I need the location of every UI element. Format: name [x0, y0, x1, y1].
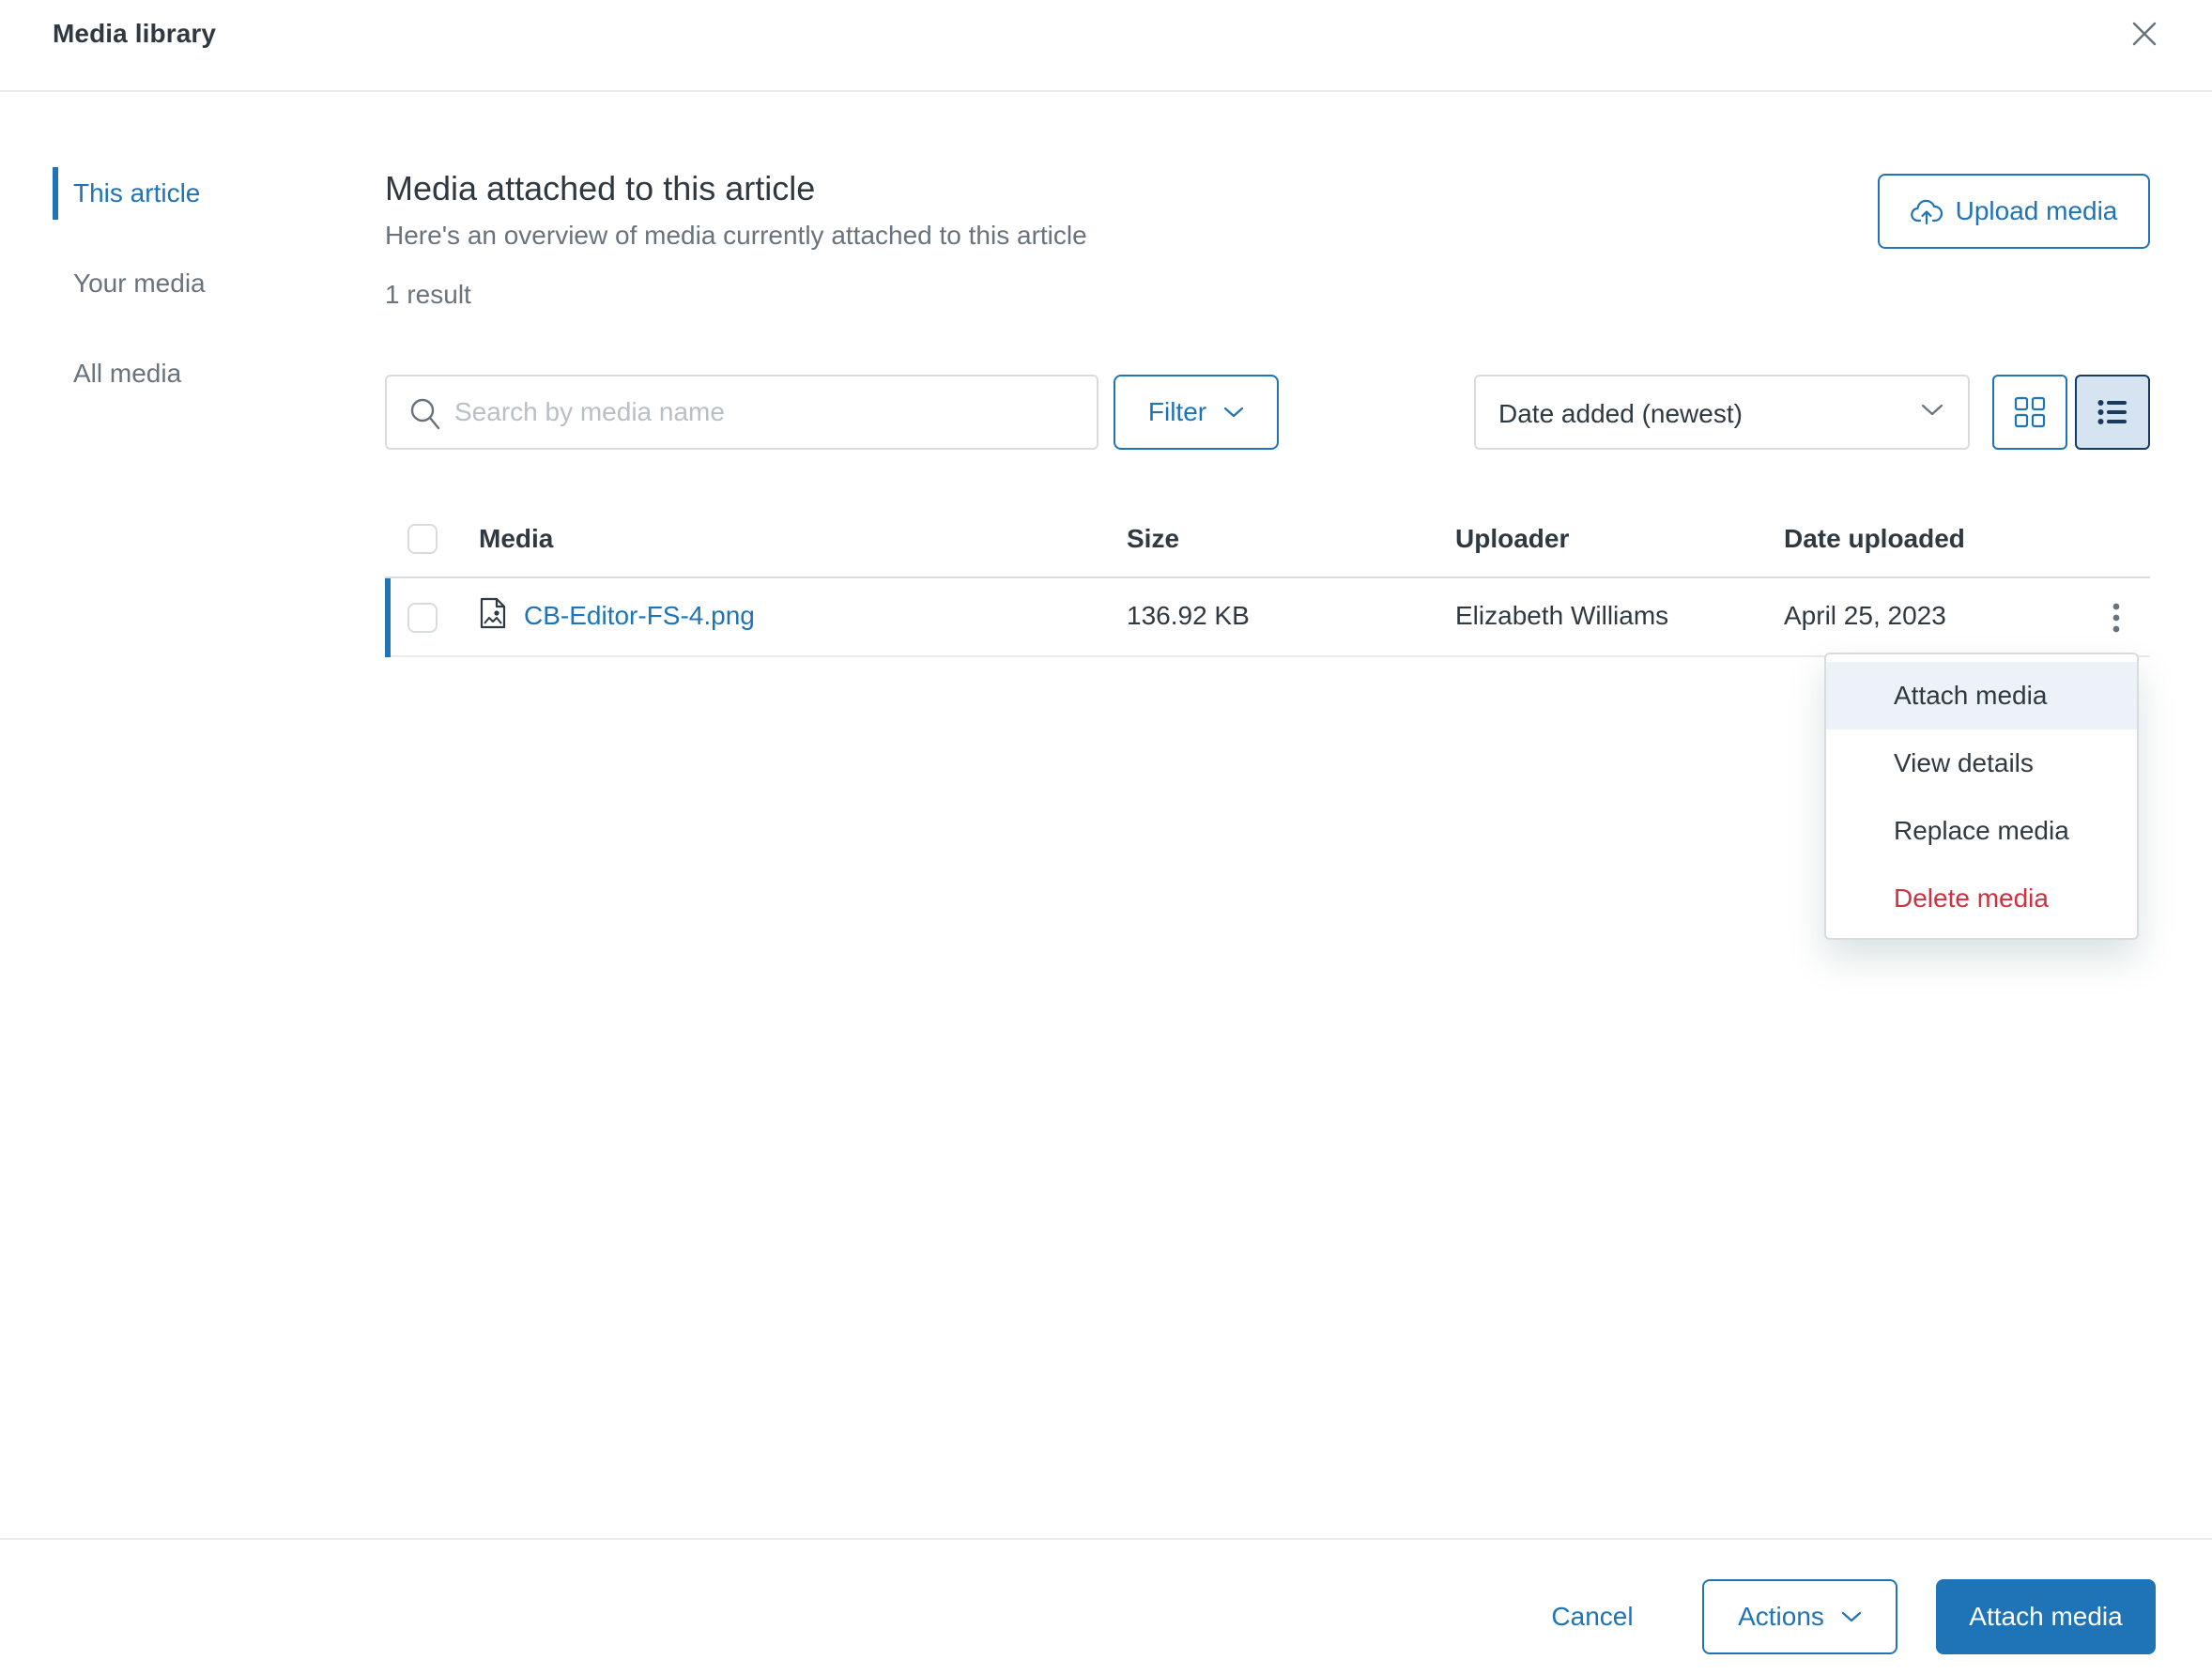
menu-item-view-details[interactable]: View details: [1826, 730, 2137, 797]
chevron-down-icon: [1841, 1611, 1862, 1622]
select-all-checkbox[interactable]: [407, 524, 438, 554]
column-header-date-uploaded[interactable]: Date uploaded: [1784, 524, 1965, 554]
active-indicator: [53, 167, 58, 220]
list-view-button[interactable]: [2075, 375, 2150, 450]
search-field[interactable]: [385, 375, 1098, 450]
actions-button[interactable]: Actions: [1702, 1579, 1897, 1654]
search-icon: [410, 398, 440, 430]
sidebar-item-your-media[interactable]: Your media: [53, 257, 334, 310]
column-header-uploader[interactable]: Uploader: [1455, 524, 1569, 554]
sidebar-item-label: All media: [73, 359, 182, 388]
page-subtitle: Here's an overview of media currently at…: [385, 221, 1087, 250]
filter-button[interactable]: Filter: [1114, 375, 1279, 450]
menu-item-attach-media[interactable]: Attach media: [1826, 662, 2137, 730]
row-focus-indicator: [385, 578, 391, 657]
upload-media-button[interactable]: Upload media: [1878, 174, 2150, 249]
sort-select[interactable]: Date added (newest): [1474, 375, 1970, 450]
cancel-button[interactable]: Cancel: [1527, 1579, 1658, 1654]
cloud-upload-icon: [1910, 199, 1943, 225]
search-input[interactable]: [454, 390, 1074, 435]
upload-media-label: Upload media: [1955, 196, 2118, 225]
column-header-media[interactable]: Media: [479, 524, 553, 554]
menu-item-replace-media[interactable]: Replace media: [1826, 797, 2137, 865]
row-overflow-menu-button[interactable]: [2099, 595, 2133, 640]
row-actions-menu: Attach media View details Replace media …: [1824, 653, 2139, 940]
sidebar-item-this-article[interactable]: This article: [53, 167, 334, 220]
media-date-uploaded: April 25, 2023: [1784, 601, 1946, 630]
chevron-down-icon: [1921, 404, 1943, 416]
column-header-size[interactable]: Size: [1127, 524, 1179, 554]
chevron-down-icon: [1224, 407, 1244, 418]
sort-selected-value: Date added (newest): [1498, 399, 1743, 428]
actions-label: Actions: [1738, 1602, 1824, 1631]
sidebar-item-label: This article: [73, 178, 201, 207]
grid-view-button[interactable]: [1992, 375, 2067, 450]
close-button[interactable]: [2128, 17, 2161, 51]
table-header-row: Media Size Uploader Date uploaded: [385, 507, 2150, 578]
menu-item-delete-media[interactable]: Delete media: [1826, 865, 2137, 932]
modal-title: Media library: [53, 19, 217, 48]
page-title: Media attached to this article: [385, 169, 816, 207]
close-icon: [2132, 22, 2157, 46]
result-count: 1 result: [385, 280, 471, 309]
image-file-icon: [480, 597, 506, 629]
modal-footer: Cancel Actions Attach media: [0, 1538, 2212, 1675]
sidebar-item-all-media[interactable]: All media: [53, 347, 334, 400]
grid-view-icon: [2014, 396, 2046, 428]
filter-label: Filter: [1147, 397, 1207, 426]
sidebar-item-label: Your media: [73, 269, 206, 298]
attach-media-button[interactable]: Attach media: [1936, 1579, 2156, 1654]
modal-header: Media library: [0, 0, 2212, 92]
list-view-icon: [2097, 400, 2127, 424]
media-uploader: Elizabeth Williams: [1455, 601, 1669, 630]
kebab-menu-icon: [2112, 603, 2120, 633]
media-size: 136.92 KB: [1127, 601, 1250, 630]
row-checkbox[interactable]: [407, 603, 438, 633]
table-row[interactable]: CB-Editor-FS-4.png 136.92 KB Elizabeth W…: [385, 578, 2150, 657]
media-file-link[interactable]: CB-Editor-FS-4.png: [524, 601, 755, 631]
